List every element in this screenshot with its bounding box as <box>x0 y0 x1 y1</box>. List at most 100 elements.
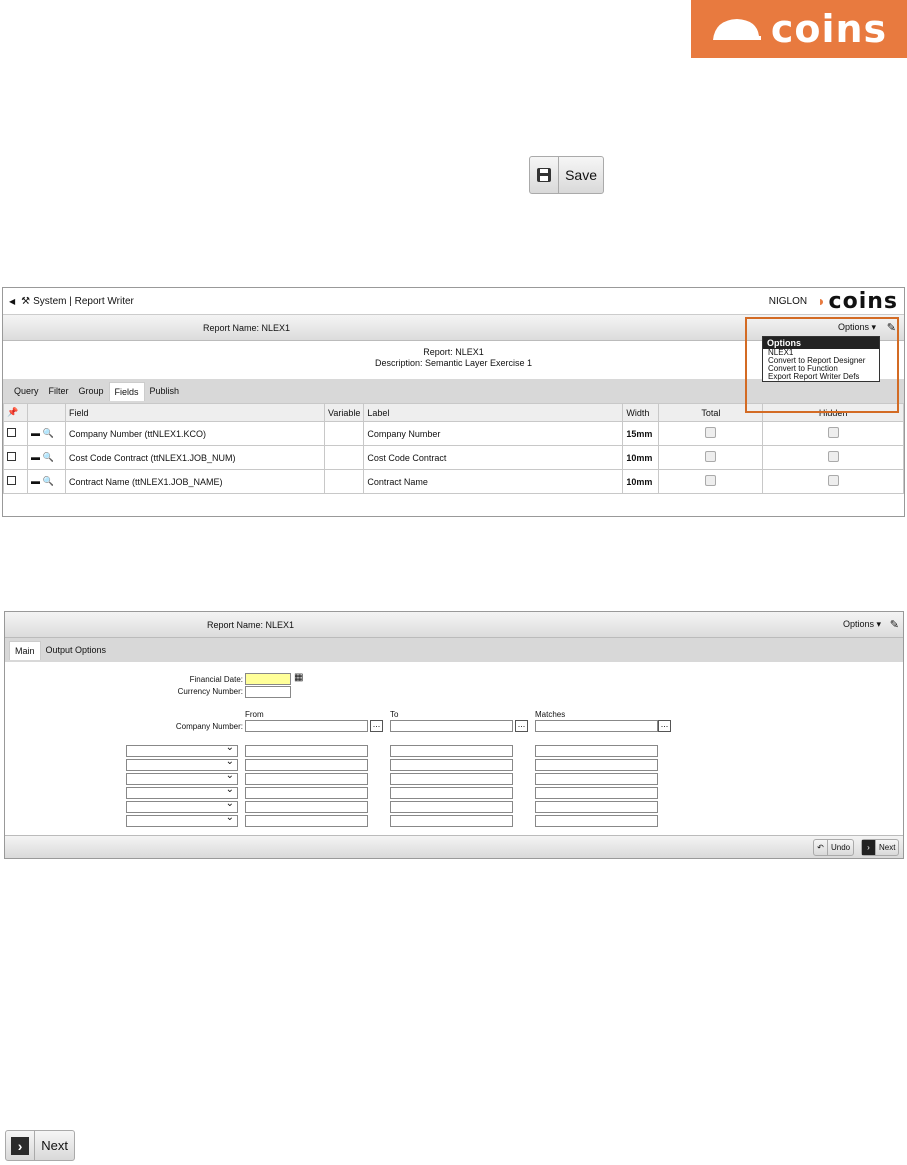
filter-select[interactable] <box>126 798 238 813</box>
field-cell: Company Number (ttNLEX1.KCO) <box>65 421 325 446</box>
company-from-input[interactable] <box>245 720 368 732</box>
total-checkbox[interactable] <box>705 475 717 486</box>
tab-bar: Main Output Options <box>5 638 903 662</box>
filter-matches-input[interactable] <box>535 815 658 827</box>
filter-select[interactable] <box>126 812 238 827</box>
tab-main[interactable]: Main <box>9 640 41 660</box>
filter-from-input[interactable] <box>245 815 368 827</box>
width-cell[interactable]: 10mm <box>622 469 660 494</box>
filter-matches-input[interactable] <box>535 787 658 799</box>
width-cell[interactable]: 15mm <box>622 421 660 446</box>
pencil-icon[interactable]: ✎ <box>890 618 899 631</box>
save-button[interactable]: Save <box>529 156 604 194</box>
tab-group[interactable]: Group <box>74 382 109 400</box>
filter-select[interactable] <box>126 770 238 785</box>
filter-matches-input[interactable] <box>535 801 658 813</box>
from-label: From <box>245 710 264 719</box>
filter-from-input[interactable] <box>245 773 368 785</box>
label-cell[interactable]: Company Number <box>363 421 624 446</box>
currency-number-label: Currency Number: <box>177 687 243 696</box>
filter-to-input[interactable] <box>390 773 513 785</box>
report-name: Report Name: NLEX1 <box>203 322 291 333</box>
next-label: Next <box>879 843 896 852</box>
filter-matches-input[interactable] <box>535 745 658 757</box>
filter-select[interactable] <box>126 784 238 799</box>
report-parameters-screen: Report Name: NLEX1 Options ▾ ✎ Main Outp… <box>4 611 904 859</box>
report-name: Report Name: NLEX1 <box>207 619 295 630</box>
filter-from-input[interactable] <box>245 759 368 771</box>
filter-matches-input[interactable] <box>535 759 658 771</box>
total-checkbox[interactable] <box>705 427 717 438</box>
options-button[interactable]: Options ▾ <box>843 619 881 630</box>
filter-from-input[interactable] <box>245 787 368 799</box>
filter-to-input[interactable] <box>390 745 513 757</box>
currency-number-input[interactable] <box>245 686 291 698</box>
col-label[interactable]: Label <box>363 403 624 422</box>
financial-date-input[interactable] <box>245 673 291 685</box>
tab-output-options[interactable]: Output Options <box>41 641 112 659</box>
hidden-checkbox[interactable] <box>827 451 839 462</box>
company-from-lookup-button[interactable]: ... <box>370 720 383 732</box>
search-icon[interactable]: 🔍 <box>43 452 54 462</box>
logo-text: coins <box>770 7 888 51</box>
table-row: ▬ 🔍 Contract Name (ttNLEX1.JOB_NAME) Con… <box>3 469 904 494</box>
company-to-input[interactable] <box>390 720 513 732</box>
company-matches-input[interactable] <box>535 720 658 732</box>
field-cell: Cost Code Contract (ttNLEX1.JOB_NUM) <box>65 445 325 470</box>
tools-icon: ⚒ <box>21 295 31 307</box>
back-arrow-icon[interactable]: ◀ <box>9 297 15 306</box>
folder-icon[interactable]: ▬ <box>31 428 40 438</box>
total-checkbox[interactable] <box>705 451 717 462</box>
brand-logo: coins <box>828 288 898 314</box>
tab-fields[interactable]: Fields <box>108 381 145 401</box>
next-button[interactable]: › Next <box>5 1130 75 1161</box>
tab-query[interactable]: Query <box>9 382 44 400</box>
title-bar: ◀ ⚒ System | Report Writer NIGLON ◗ coin… <box>3 288 904 315</box>
row-checkbox[interactable] <box>7 428 16 437</box>
undo-button[interactable]: ↶ Undo <box>813 839 855 856</box>
folder-icon[interactable]: ▬ <box>31 476 40 486</box>
filter-matches-input[interactable] <box>535 773 658 785</box>
helmet-icon <box>712 19 761 40</box>
label-cell[interactable]: Contract Name <box>363 469 624 494</box>
tab-publish[interactable]: Publish <box>145 382 185 400</box>
filter-select[interactable] <box>126 742 238 757</box>
options-label: Options <box>842 619 874 629</box>
filter-to-input[interactable] <box>390 787 513 799</box>
company-matches-lookup-button[interactable]: ... <box>658 720 671 732</box>
menu-item-export-defs[interactable]: Export Report Writer Defs <box>763 373 879 381</box>
filter-to-input[interactable] <box>390 801 513 813</box>
label-cell[interactable]: Cost Code Contract <box>363 445 624 470</box>
row-checkbox[interactable] <box>7 452 16 461</box>
field-cell: Contract Name (ttNLEX1.JOB_NAME) <box>65 469 325 494</box>
col-variable[interactable]: Variable <box>323 403 365 422</box>
calendar-icon[interactable]: ▦ <box>294 672 303 683</box>
company-number-label: Company Number: <box>175 722 243 731</box>
undo-label: Undo <box>831 843 851 852</box>
floppy-disk-icon <box>530 157 560 193</box>
width-cell[interactable]: 10mm <box>622 445 660 470</box>
row-checkbox[interactable] <box>7 476 16 485</box>
filter-to-input[interactable] <box>390 759 513 771</box>
user-name: NIGLON <box>768 295 808 307</box>
filter-select[interactable] <box>126 756 238 771</box>
breadcrumb[interactable]: System | Report Writer <box>33 296 134 307</box>
filter-from-input[interactable] <box>245 745 368 757</box>
search-icon[interactable]: 🔍 <box>43 476 54 486</box>
next-button-small[interactable]: › Next <box>861 839 900 856</box>
tab-filter[interactable]: Filter <box>44 382 74 400</box>
report-name-bar: Report Name: NLEX1 Options ▾ ✎ <box>5 612 903 638</box>
filter-to-input[interactable] <box>390 815 513 827</box>
search-icon[interactable]: 🔍 <box>43 428 54 438</box>
folder-icon[interactable]: ▬ <box>31 452 40 462</box>
hidden-checkbox[interactable] <box>827 475 839 486</box>
hidden-checkbox[interactable] <box>827 427 839 438</box>
col-width[interactable]: Width <box>622 403 660 422</box>
table-row: ▬ 🔍 Cost Code Contract (ttNLEX1.JOB_NUM)… <box>3 445 904 470</box>
company-to-lookup-button[interactable]: ... <box>515 720 528 732</box>
pin-icon[interactable]: 📌 <box>3 403 28 422</box>
col-field[interactable]: Field <box>65 403 325 422</box>
next-label: Next <box>41 1138 68 1153</box>
filter-from-input[interactable] <box>245 801 368 813</box>
undo-icon: ↶ <box>814 840 828 855</box>
